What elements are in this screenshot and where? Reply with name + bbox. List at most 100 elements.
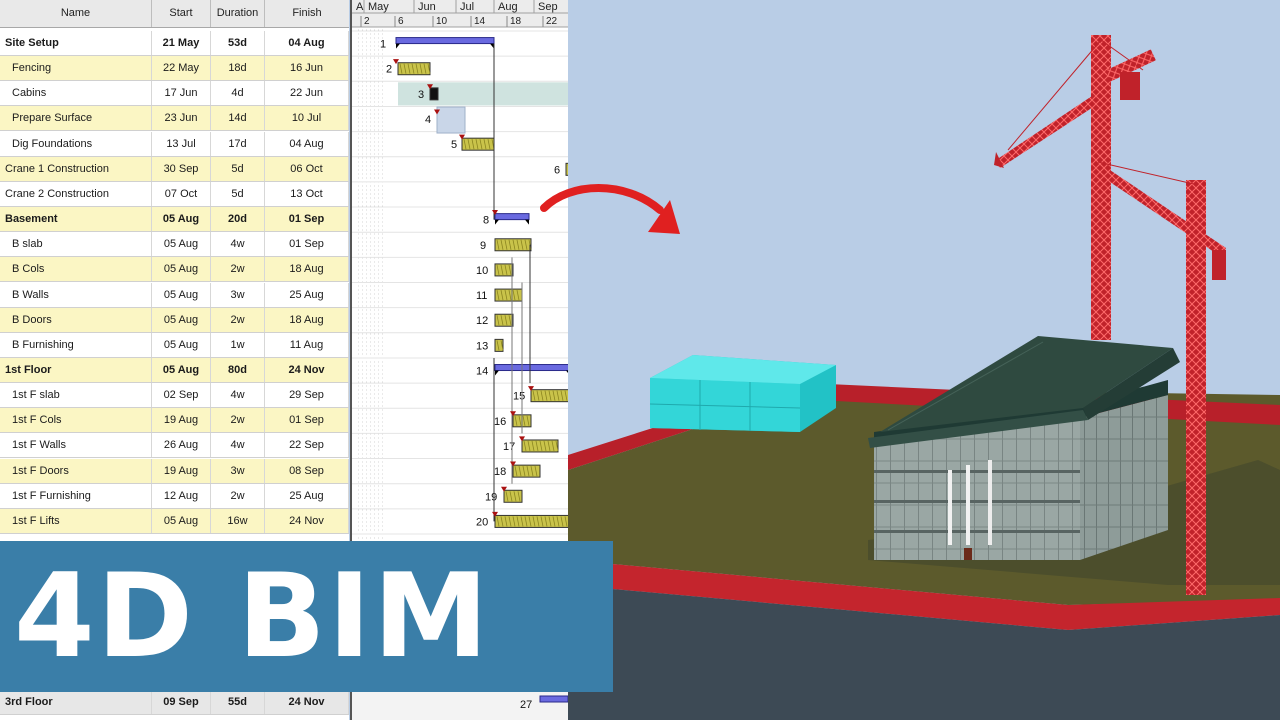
gantt-task-bar: [429, 87, 439, 101]
table-row[interactable]: Crane 2 Construction 07 Oct 5d 13 Oct: [0, 181, 349, 207]
table-row[interactable]: B Cols 05 Aug 2w 18 Aug: [0, 257, 349, 283]
task-name: Site Setup: [0, 31, 152, 55]
gantt-row-id: 20: [476, 516, 488, 528]
task-duration: 2w: [211, 408, 265, 433]
task-name: Cabins: [0, 81, 152, 106]
task-duration: 16w: [211, 508, 265, 533]
task-finish: 01 Sep: [265, 207, 349, 232]
task-finish: 13 Oct: [265, 181, 349, 206]
task-duration: 4w: [211, 433, 265, 458]
gantt-row-id: 27: [520, 699, 532, 711]
gantt-row-id: 14: [476, 366, 488, 378]
gantt-row-id: 5: [451, 139, 457, 151]
gantt-summary-cap: [495, 219, 499, 225]
table-row[interactable]: 1st F Cols 19 Aug 2w 01 Sep: [0, 408, 349, 434]
task-name: 1st F Doors: [0, 458, 152, 483]
bim-3d-view[interactable]: [568, 0, 1280, 720]
task-start: 05 Aug: [152, 307, 211, 332]
gantt-summary-cap: [495, 370, 499, 376]
gantt-task-bar: [436, 106, 466, 134]
task-start: 19 Aug: [152, 408, 211, 433]
task-start: 07 Oct: [152, 181, 211, 206]
task-finish: 29 Sep: [265, 383, 349, 408]
task-name: Fencing: [0, 56, 152, 81]
task-name: B Furnishing: [0, 332, 152, 357]
task-duration: 20d: [211, 207, 265, 232]
task-start: 05 Aug: [152, 257, 211, 282]
task-name: 1st F Cols: [0, 408, 152, 433]
table-row[interactable]: 1st F Walls 26 Aug 4w 22 Sep: [0, 433, 349, 459]
table-row[interactable]: B slab 05 Aug 4w 01 Sep: [0, 232, 349, 258]
gantt-day-label: 10: [436, 16, 448, 27]
table-row[interactable]: 1st Floor 05 Aug 80d 24 Nov: [0, 357, 349, 383]
task-duration: 14d: [211, 106, 265, 131]
task-finish: 25 Aug: [265, 483, 349, 508]
gantt-summary-bar: [539, 695, 568, 703]
link-arrow-icon: [540, 184, 680, 234]
table-row[interactable]: 1st F Furnishing 12 Aug 2w 25 Aug: [0, 483, 349, 509]
task-duration: 3w: [211, 282, 265, 307]
task-start: 05 Aug: [152, 232, 211, 257]
task-duration: 55d: [211, 690, 265, 714]
gantt-row-id: 8: [483, 215, 489, 227]
task-start: 19 Aug: [152, 458, 211, 483]
task-name: 1st Floor: [0, 357, 152, 382]
table-row[interactable]: Site Setup 21 May 53d 04 Aug: [0, 31, 349, 56]
gantt-summary-cap: [490, 43, 494, 49]
gantt-row-id: 15: [513, 391, 525, 403]
table-row[interactable]: 1st F Lifts 05 Aug 16w 24 Nov: [0, 508, 349, 534]
table-row-3rd-floor[interactable]: 3rd Floor 09 Sep 55d 24 Nov: [0, 690, 349, 715]
task-duration: 53d: [211, 31, 265, 55]
task-name: B Doors: [0, 307, 152, 332]
task-finish: 25 Aug: [265, 282, 349, 307]
column-header-duration[interactable]: Duration: [211, 0, 265, 27]
task-start: 05 Aug: [152, 357, 211, 382]
column-header-start[interactable]: Start: [152, 0, 211, 27]
task-duration: 5d: [211, 156, 265, 181]
gantt-bottom-row: [352, 690, 568, 720]
task-name: Dig Foundations: [0, 131, 152, 156]
table-row[interactable]: Fencing 22 May 18d 16 Jun: [0, 56, 349, 82]
gantt-day-label: 14: [474, 16, 486, 27]
table-row[interactable]: 1st F Doors 19 Aug 3w 08 Sep: [0, 458, 349, 484]
gantt-row-id: 19: [485, 491, 497, 503]
gantt-summary-bar: [494, 364, 568, 372]
table-row[interactable]: Prepare Surface 23 Jun 14d 10 Jul: [0, 106, 349, 132]
task-name: Crane 1 Construction: [0, 156, 152, 181]
task-finish: 01 Sep: [265, 408, 349, 433]
column-header-name[interactable]: Name: [0, 0, 152, 27]
task-finish: 01 Sep: [265, 232, 349, 257]
table-row[interactable]: Crane 1 Construction 30 Sep 5d 06 Oct: [0, 156, 349, 182]
gantt-month-label: Jun: [418, 1, 436, 13]
task-start: 13 Jul: [152, 131, 211, 156]
table-row[interactable]: 1st F slab 02 Sep 4w 29 Sep: [0, 383, 349, 409]
task-finish: 08 Sep: [265, 458, 349, 483]
task-duration: 5d: [211, 181, 265, 206]
task-name: 1st F slab: [0, 383, 152, 408]
table-row[interactable]: Basement 05 Aug 20d 01 Sep: [0, 207, 349, 233]
task-duration: 4w: [211, 383, 265, 408]
task-finish: 04 Aug: [265, 31, 349, 55]
task-start: 05 Aug: [152, 332, 211, 357]
task-start: 22 May: [152, 56, 211, 81]
task-duration: 1w: [211, 332, 265, 357]
task-finish: 24 Nov: [265, 690, 349, 714]
gantt-row-id: 13: [476, 340, 488, 352]
gantt-row-id: 18: [494, 466, 506, 478]
table-row[interactable]: B Doors 05 Aug 2w 18 Aug: [0, 307, 349, 333]
task-finish: 24 Nov: [265, 508, 349, 533]
gantt-month-label: Jul: [460, 1, 474, 13]
task-start: 12 Aug: [152, 483, 211, 508]
task-start: 30 Sep: [152, 156, 211, 181]
task-name: 1st F Walls: [0, 433, 152, 458]
task-name: 1st F Furnishing: [0, 483, 152, 508]
gantt-row-id: 9: [480, 240, 486, 252]
column-header-finish[interactable]: Finish: [265, 0, 349, 27]
banner-title: 4D BIM: [14, 549, 491, 684]
table-row[interactable]: B Furnishing 05 Aug 1w 11 Aug: [0, 332, 349, 358]
table-row[interactable]: B Walls 05 Aug 3w 25 Aug: [0, 282, 349, 308]
table-row[interactable]: Cabins 17 Jun 4d 22 Jun: [0, 81, 349, 107]
task-finish: 04 Aug: [265, 131, 349, 156]
gantt-row-id: 10: [476, 265, 488, 277]
table-row[interactable]: Dig Foundations 13 Jul 17d 04 Aug: [0, 131, 349, 157]
